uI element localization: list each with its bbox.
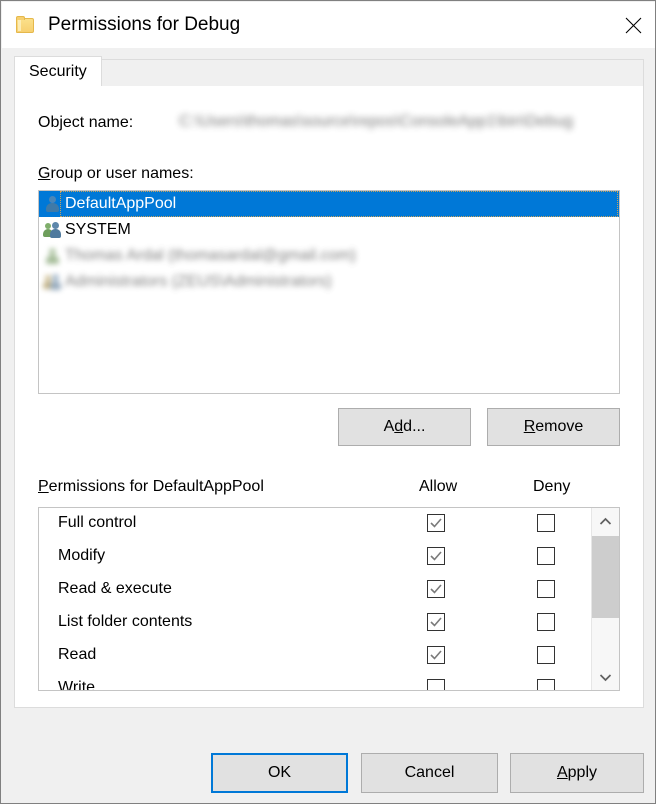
allow-checkbox[interactable] [427, 646, 445, 664]
deny-checkbox[interactable] [537, 547, 555, 565]
chevron-down-icon[interactable] [592, 664, 619, 690]
user-icon [43, 247, 61, 265]
list-item-label: Thomas Ardal (thomasardal@gmail.com) [65, 247, 357, 264]
folder-icon [16, 16, 36, 34]
title-bar: Permissions for Debug [2, 2, 655, 48]
deny-checkbox[interactable] [537, 580, 555, 598]
group-or-user-names-label: Group or user names: [38, 165, 194, 182]
deny-checkbox[interactable] [537, 514, 555, 532]
tab-strip: Security [14, 56, 644, 86]
group-icon [43, 273, 61, 291]
chevron-up-icon[interactable] [592, 508, 619, 534]
allow-column-header: Allow [419, 478, 458, 495]
list-item-label: SYSTEM [65, 221, 131, 238]
tab-security[interactable]: Security [14, 56, 102, 86]
add-button[interactable]: Ad d... [338, 408, 471, 446]
allow-checkbox[interactable] [427, 547, 445, 565]
permission-name: Write [58, 679, 96, 691]
table-row[interactable]: Read [39, 640, 591, 673]
deny-checkbox[interactable] [537, 646, 555, 664]
permission-name: Full control [58, 514, 137, 531]
allow-checkbox[interactable] [427, 613, 445, 631]
permission-name: Read [58, 646, 97, 663]
deny-column-header: Deny [533, 478, 571, 495]
permissions-label: Permissions for DefaultAppPool [38, 478, 264, 495]
ok-button-label: OK [267, 764, 292, 781]
window-title: Permissions for Debug [48, 14, 241, 35]
permissions-scrollbar[interactable] [591, 508, 619, 690]
allow-checkbox[interactable] [427, 679, 445, 690]
deny-checkbox[interactable] [537, 613, 555, 631]
list-item[interactable]: Administrators (ZEUS\Administrators) [39, 269, 619, 295]
user-icon [43, 195, 61, 213]
table-row[interactable]: List folder contents [39, 607, 591, 640]
permission-name: Read & execute [58, 580, 172, 597]
object-name-label: Object name: [38, 114, 134, 131]
ok-button[interactable]: OK [211, 753, 348, 793]
table-row[interactable]: Modify [39, 541, 591, 574]
table-row[interactable]: Full control [39, 508, 591, 541]
table-row[interactable]: Read & execute [39, 574, 591, 607]
allow-checkbox[interactable] [427, 580, 445, 598]
tab-security-label: Security [29, 62, 87, 80]
object-name-value: C:\Users\thomas\source\repos\ConsoleApp1… [179, 113, 573, 130]
cancel-button[interactable]: Cancel [361, 753, 498, 793]
group-icon [43, 221, 61, 239]
list-item-label: DefaultAppPool [65, 195, 177, 212]
remove-button[interactable]: Remove [487, 408, 620, 446]
list-item[interactable]: Thomas Ardal (thomasardal@gmail.com) [39, 243, 619, 269]
permissions-rows: Full control Modify Read & execute List … [39, 508, 591, 691]
permissions-dialog: Permissions for Debug Security Object na… [0, 0, 656, 804]
table-row[interactable]: Write [39, 673, 591, 691]
cancel-button-label: Cancel [404, 764, 455, 781]
group-user-list[interactable]: DefaultAppPool SYSTEM Thomas Ardal (thom… [38, 190, 620, 394]
permission-name: List folder contents [58, 613, 193, 630]
permission-name: Modify [58, 547, 106, 564]
allow-checkbox[interactable] [427, 514, 445, 532]
apply-button[interactable]: Apply [510, 753, 644, 793]
deny-checkbox[interactable] [537, 679, 555, 690]
list-item[interactable]: SYSTEM [39, 217, 619, 243]
close-icon[interactable] [610, 2, 655, 48]
permissions-list[interactable]: Full control Modify Read & execute List … [38, 507, 620, 691]
list-item-label: Administrators (ZEUS\Administrators) [65, 273, 332, 290]
scrollbar-thumb[interactable] [592, 536, 619, 618]
list-item[interactable]: DefaultAppPool [39, 191, 619, 217]
